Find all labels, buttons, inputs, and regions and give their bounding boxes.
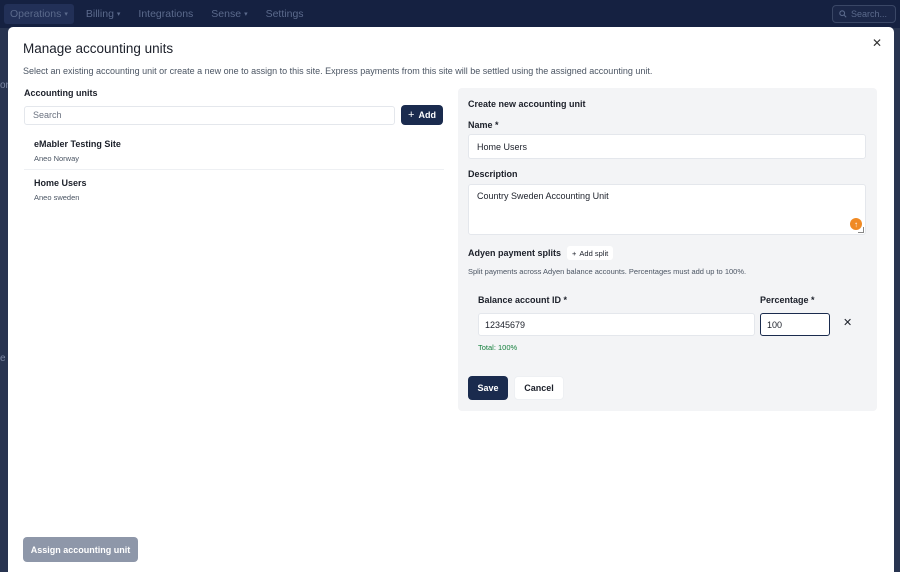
accounting-units-column: Accounting units + Add eMabler Testing S… — [24, 88, 444, 208]
create-unit-panel: Create new accounting unit Name * Home U… — [458, 88, 877, 411]
search-input[interactable] — [24, 105, 395, 125]
create-unit-title: Create new accounting unit — [468, 99, 586, 109]
chevron-down-icon: ▾ — [244, 11, 248, 18]
global-search-label: Search... — [851, 9, 888, 19]
global-search[interactable]: Search... — [832, 5, 896, 23]
percentage-label: Percentage * — [760, 295, 815, 305]
nav-item-sense[interactable]: Sense ▾ — [205, 4, 253, 24]
search-icon — [839, 10, 847, 18]
splits-help-text: Split payments across Adyen balance acco… — [468, 267, 747, 276]
description-label: Description — [468, 169, 518, 179]
nav-item-integrations[interactable]: Integrations — [132, 4, 199, 24]
unit-subtitle: Aneo sweden — [34, 193, 80, 202]
add-split-button[interactable]: + Add split — [567, 246, 614, 260]
close-icon[interactable]: ✕ — [870, 36, 884, 50]
description-value: Country Sweden Accounting Unit — [477, 191, 609, 201]
accounting-units-label: Accounting units — [24, 88, 98, 98]
nav-label: Settings — [265, 8, 304, 20]
manage-accounting-units-modal: ✕ Manage accounting units Select an exis… — [8, 27, 894, 572]
plus-icon: + — [572, 248, 577, 258]
unit-name: eMabler Testing Site — [34, 139, 121, 149]
nav-item-billing[interactable]: Billing ▾ — [80, 4, 127, 24]
chevron-down-icon: ▾ — [116, 11, 121, 18]
balance-account-input[interactable]: 12345679 — [478, 313, 755, 336]
split-row: Balance account ID * Percentage * 123456… — [468, 285, 866, 360]
resize-handle-icon[interactable] — [858, 227, 864, 233]
percentage-input[interactable]: 100 — [760, 313, 830, 336]
accounting-unit-list: eMabler Testing Site Aneo Norway Home Us… — [24, 131, 444, 208]
list-item[interactable]: eMabler Testing Site Aneo Norway — [24, 131, 444, 170]
payment-splits-label: Adyen payment splits — [468, 248, 562, 258]
nav-label: Operations — [10, 8, 62, 20]
nav-label: Integrations — [138, 8, 194, 20]
unit-subtitle: Aneo Norway — [34, 154, 80, 163]
add-split-label: Add split — [579, 248, 609, 258]
balance-account-label: Balance account ID * — [478, 295, 568, 305]
add-button[interactable]: + Add — [401, 105, 443, 125]
nav-item-settings[interactable]: Settings — [260, 4, 310, 24]
top-navigation: Operations ▾ Billing ▾ Integrations Sense ▾… — [0, 0, 900, 28]
add-button-label: Add — [418, 110, 436, 120]
background-text: e — [0, 353, 6, 364]
list-item[interactable]: Home Users Aneo sweden — [24, 170, 444, 208]
save-button[interactable]: Save — [468, 376, 508, 400]
assign-accounting-unit-button[interactable]: Assign accounting unit — [23, 537, 138, 562]
chevron-down-icon: ▾ — [64, 11, 68, 18]
plus-icon: + — [408, 108, 415, 121]
name-label: Name * — [468, 120, 499, 130]
name-field[interactable]: Home Users — [468, 134, 866, 159]
payment-splits-header: Adyen payment splits + Add split — [468, 246, 614, 260]
nav-label: Billing — [85, 8, 114, 20]
modal-description: Select an existing accounting unit or cr… — [23, 66, 653, 76]
search-row: + Add — [24, 105, 444, 125]
nav-label: Sense — [211, 8, 242, 20]
description-field[interactable]: Country Sweden Accounting Unit ↑ — [468, 184, 866, 235]
nav-item-operations[interactable]: Operations ▾ — [4, 4, 74, 24]
modal-title: Manage accounting units — [23, 41, 174, 56]
remove-split-icon[interactable]: ✕ — [843, 316, 852, 329]
unit-name: Home Users — [34, 178, 87, 188]
cancel-button[interactable]: Cancel — [514, 376, 564, 400]
total-percentage: Total: 100% — [478, 343, 518, 352]
